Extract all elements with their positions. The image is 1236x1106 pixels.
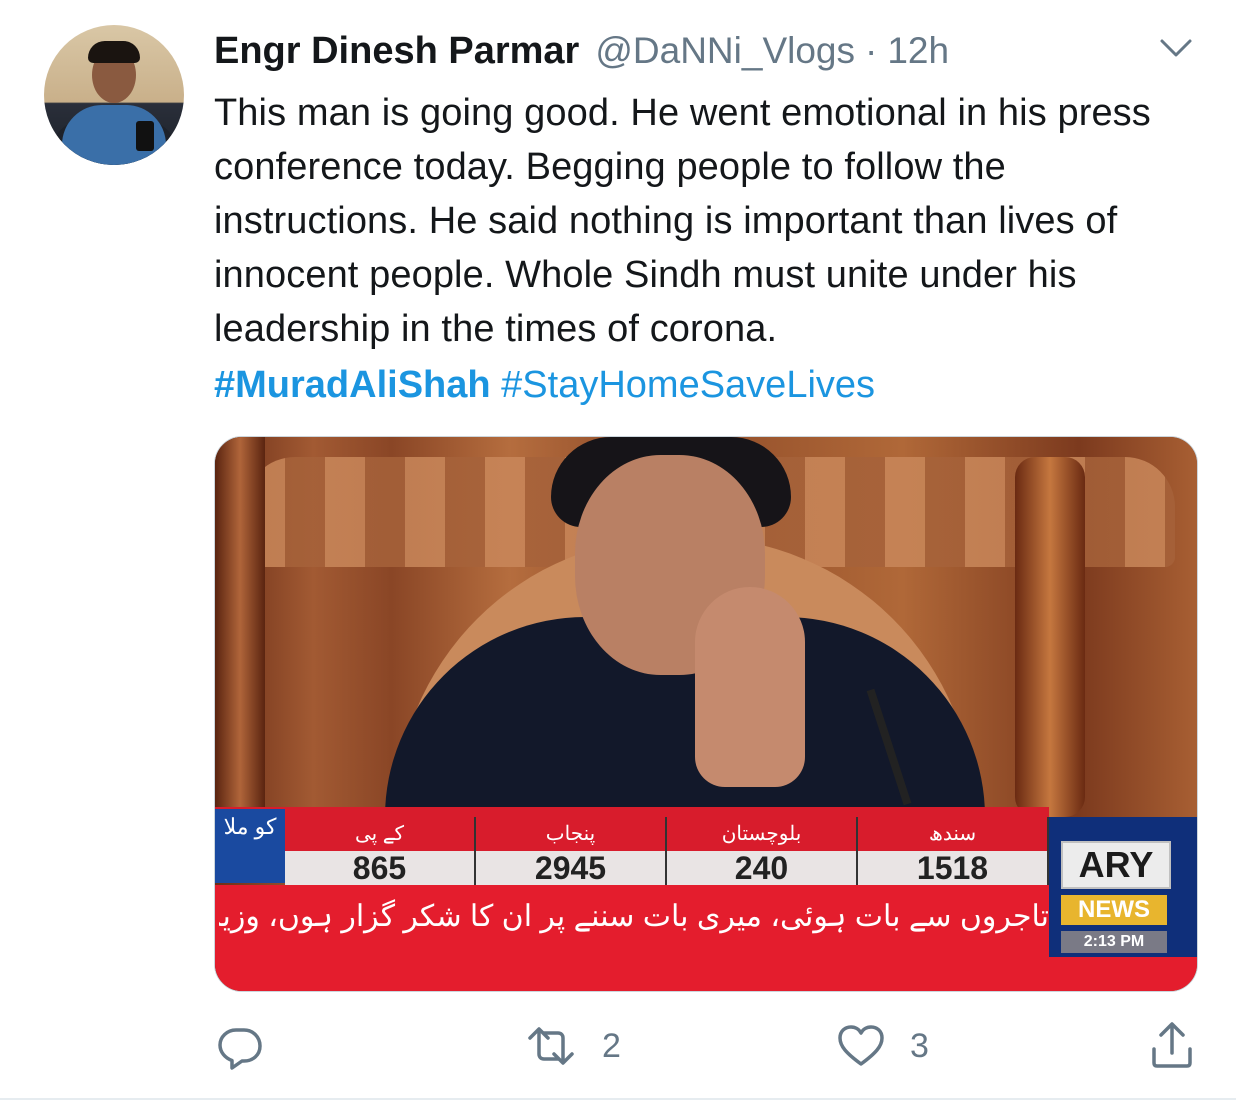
share-icon <box>1152 1022 1192 1068</box>
ticker-cell: کے پی 865 <box>285 817 476 887</box>
reply-button[interactable] <box>216 1018 264 1074</box>
tweet-divider <box>0 1098 1236 1100</box>
ticker-count: 865 <box>285 851 474 885</box>
author-handle[interactable]: @DaNNi_Vlogs <box>595 30 855 72</box>
retweet-icon <box>528 1027 574 1065</box>
ticker-region: پنجاب <box>545 823 596 845</box>
heart-icon <box>838 1025 884 1066</box>
ticker-region: بلوچستان <box>721 823 802 845</box>
case-ticker: کے پی 865 پنجاب 2945 بلوچستان 240 سندھ 1… <box>285 817 1049 887</box>
channel-news-label: NEWS <box>1061 895 1167 925</box>
ticker-cell: پنجاب 2945 <box>476 817 667 887</box>
ticker-cell: سندھ 1518 <box>858 817 1049 887</box>
retweet-button[interactable]: 2 <box>524 1018 621 1074</box>
tweet-actions: 2 3 <box>0 1018 1236 1078</box>
reply-icon <box>218 1028 262 1070</box>
ticker-left-label: کو ملا <box>215 809 285 883</box>
ticker-count: 1518 <box>858 851 1047 885</box>
ticker-cell: بلوچستان 240 <box>667 817 858 887</box>
channel-time: 2:13 PM <box>1061 931 1167 953</box>
ticker-count: 2945 <box>476 851 665 885</box>
hashtags: #MuradAliShah #StayHomeSaveLives <box>214 358 875 412</box>
channel-logo: ARY <box>1061 841 1171 889</box>
urdu-headline: تاجروں سے بات ہوئی، میری بات سننے پر ان … <box>219 900 1049 933</box>
chevron-down-icon[interactable] <box>1158 36 1194 60</box>
tweet-text: This man is going good. He went emotiona… <box>214 92 1151 350</box>
separator: · <box>865 30 878 71</box>
ticker-count: 240 <box>667 851 856 885</box>
ticker-region: کے پی <box>354 823 405 845</box>
retweet-count: 2 <box>602 1026 621 1065</box>
like-button[interactable]: 3 <box>836 1018 929 1074</box>
author-name[interactable]: Engr Dinesh Parmar <box>214 30 579 73</box>
hashtag-link[interactable]: #StayHomeSaveLives <box>501 364 875 406</box>
tweet-header: Engr Dinesh Parmar @DaNNi_Vlogs · 12h <box>214 30 949 80</box>
share-button[interactable] <box>1148 1018 1196 1074</box>
like-count: 3 <box>910 1026 929 1065</box>
tweet-time[interactable]: 12h <box>887 30 949 72</box>
tweet-media-image[interactable]: کو ملا کے پی 865 پنجاب 2945 بلوچستان 240… <box>214 436 1198 992</box>
hashtag-link[interactable]: #MuradAliShah <box>214 364 491 406</box>
ticker-region: سندھ <box>928 823 977 845</box>
author-avatar[interactable] <box>44 25 184 165</box>
